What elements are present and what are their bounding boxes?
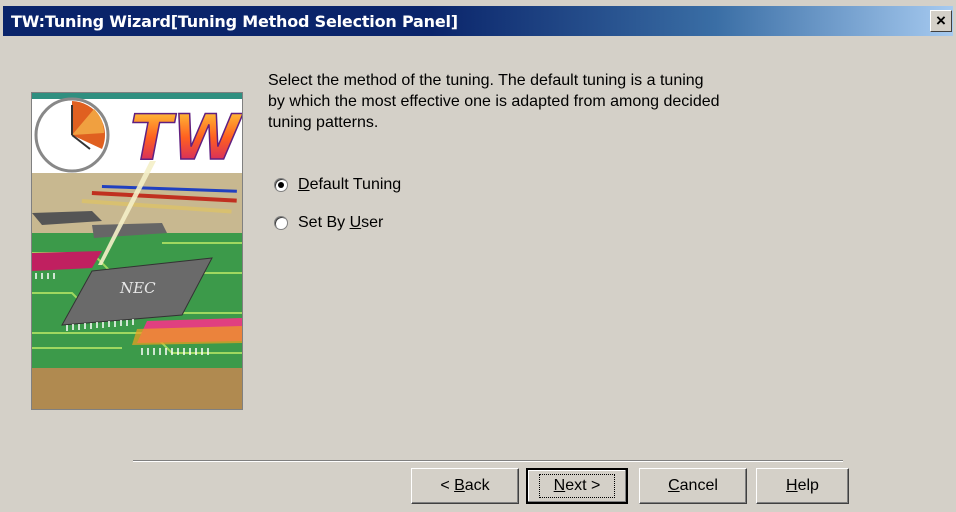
close-button[interactable]: × xyxy=(930,10,952,32)
radio-button-checked[interactable] xyxy=(274,178,288,192)
radio-label-set-by-user: Set By User xyxy=(298,214,384,231)
radio-set-by-user[interactable]: Set By User xyxy=(274,212,383,234)
radio-button-unchecked[interactable] xyxy=(274,216,288,230)
tw-logo: TW xyxy=(130,101,242,174)
wizard-window: TW:Tuning Wizard[Tuning Method Selection… xyxy=(0,0,956,512)
radio-label-default-tuning: Default Tuning xyxy=(298,176,402,193)
close-icon: × xyxy=(936,11,946,30)
wizard-illustration: NEC TW xyxy=(31,92,243,410)
help-button[interactable]: Help xyxy=(756,468,849,504)
chip-label: NEC xyxy=(119,279,156,297)
description-line: tuning patterns. xyxy=(268,114,379,131)
cancel-button[interactable]: Cancel xyxy=(639,468,747,504)
circuit-board-illustration: NEC TW xyxy=(32,93,242,409)
title-bar[interactable]: TW:Tuning Wizard[Tuning Method Selection… xyxy=(3,6,953,36)
window-title: TW:Tuning Wizard[Tuning Method Selection… xyxy=(11,12,458,31)
description-text: Select the method of the tuning. The def… xyxy=(268,70,808,133)
description-line: Select the method of the tuning. The def… xyxy=(268,72,704,89)
description-line: by which the most effective one is adapt… xyxy=(268,93,720,110)
separator xyxy=(133,460,843,462)
back-button[interactable]: < Back xyxy=(411,468,519,504)
radio-default-tuning[interactable]: Default Tuning xyxy=(274,174,401,196)
next-button[interactable]: Next > xyxy=(526,468,628,504)
